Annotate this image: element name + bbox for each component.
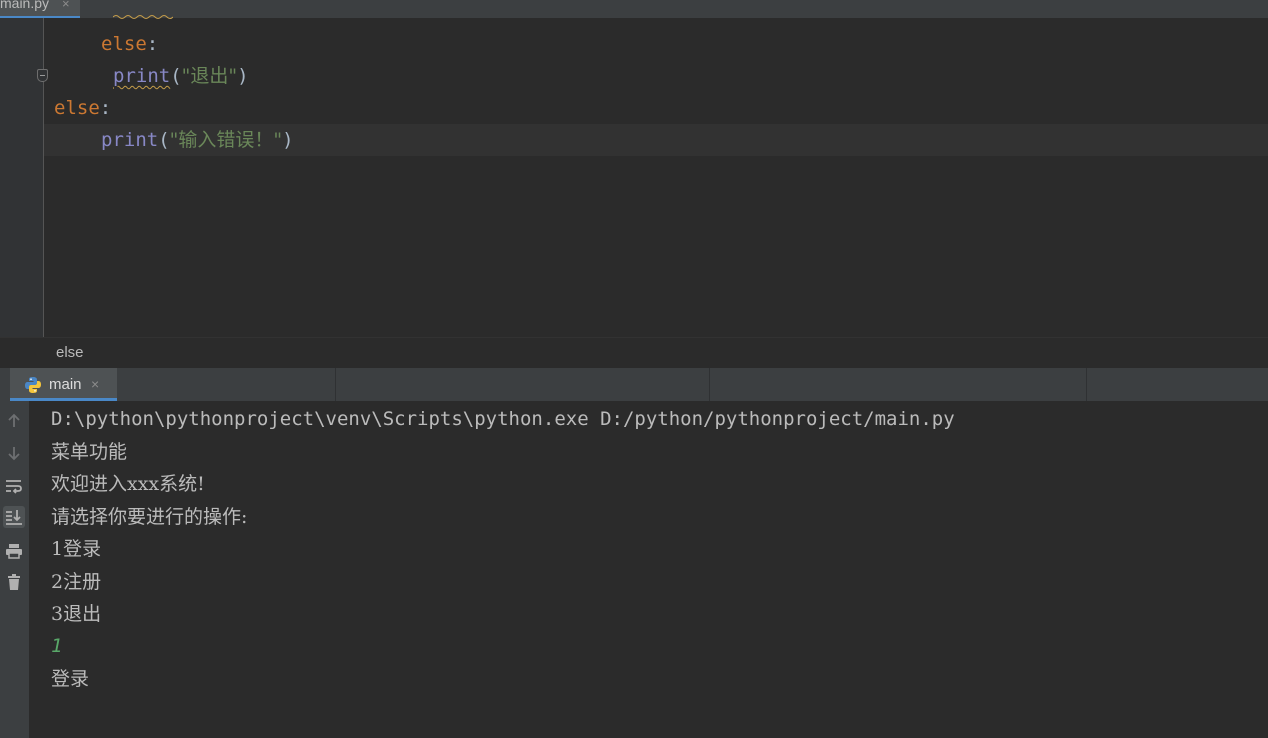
code-line-print-error[interactable]: print("输入错误！") [101,124,294,156]
run-tab-label: main [49,376,82,393]
header-divider [335,368,336,401]
function-print: print [101,129,159,151]
colon: : [99,97,112,119]
python-icon [25,377,41,393]
paren-open: ( [158,129,170,151]
colon: : [146,33,159,55]
console-user-input: 1 [51,635,63,657]
editor-tab-bar: main.py × [0,0,1268,18]
close-icon[interactable]: × [91,376,99,392]
soft-wrap-icon[interactable] [3,475,25,497]
code-line-else-outer[interactable]: else: [54,92,111,124]
keyword-else: else [54,97,100,119]
console-line: 请选择你要进行的操作: [51,506,248,528]
run-tab-main[interactable]: main × [10,368,117,401]
paren-open: ( [170,65,182,87]
string-literal: "退出" [181,65,238,87]
code-editor[interactable]: main.py × else: print("退出") else: print(… [0,0,1268,337]
string-literal: "输入错误！" [169,129,283,151]
trash-icon[interactable] [3,571,25,593]
fold-marker-icon[interactable] [37,69,48,82]
console-line: 2注册 [51,571,102,593]
code-line-else-inner[interactable]: else: [101,28,158,60]
console-line: 3退出 [51,603,102,625]
header-divider [1086,368,1087,401]
console-line-command: D:\python\pythonproject\venv\Scripts\pyt… [51,408,955,430]
console-line: 菜单功能 [51,441,128,463]
run-panel-header: main × [0,368,1268,401]
header-divider [709,368,710,401]
breadcrumb-item-else[interactable]: else [56,338,84,368]
console-line: 登录 [51,668,90,690]
scroll-to-end-icon[interactable] [3,506,25,528]
console-toolbar [0,401,29,738]
editor-gutter [0,18,44,337]
close-icon[interactable]: × [62,0,70,11]
arrow-up-icon[interactable] [3,410,25,432]
paren-close: ) [237,65,249,87]
print-icon[interactable] [3,540,25,562]
paren-close: ) [282,129,294,151]
keyword-else: else [101,33,147,55]
breadcrumb: else [0,337,1268,369]
code-line-print-exit[interactable]: print("退出") [113,60,249,92]
file-tab-main-py[interactable]: main.py × [0,0,80,18]
file-tab-label: main.py [0,0,50,11]
partial-code-line-icon [113,15,173,19]
arrow-down-icon[interactable] [3,442,25,464]
console-output[interactable]: D:\python\pythonproject\venv\Scripts\pyt… [29,401,1268,738]
console-line: 欢迎进入xxx系统! [51,473,205,495]
function-print: print [113,65,171,87]
console-line: 1登录 [51,538,102,560]
